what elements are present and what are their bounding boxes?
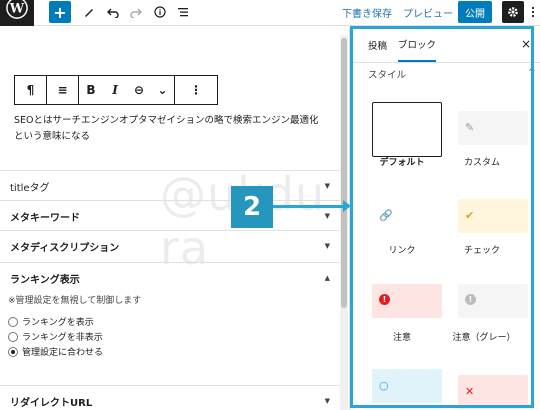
panel-title: titleタグ [10, 182, 50, 194]
panel-meta-description[interactable]: メタディスクリプション ▼ [0, 230, 340, 261]
caret-up-icon: ▲ [324, 274, 330, 282]
panel-ranking-header[interactable]: ランキング表示 ▲ [0, 263, 340, 293]
paragraph-line: という意味になる [14, 131, 91, 142]
paragraph-block[interactable]: SEOとはサーチエンジンオプタマゼイションの略で検索エンジン最適化 という意味に… [14, 113, 324, 145]
style-default-option[interactable] [372, 102, 442, 157]
style-link-label: リンク [388, 246, 416, 256]
undo-icon[interactable] [104, 1, 122, 23]
align-icon[interactable]: ≡ [47, 76, 79, 104]
pencil-icon[interactable] [80, 1, 98, 23]
callout-badge: 2 [231, 186, 273, 228]
style-alert-option[interactable]: ✕ [458, 375, 528, 409]
wordpress-logo-icon[interactable]: W [0, 0, 34, 26]
pencil-icon: ✎ [465, 121, 475, 134]
radio-button[interactable] [8, 316, 18, 327]
settings-sidebar: 投稿 ブロック × スタイル ^ デフォルト ✎ カスタム 🔗 リンク ✔ チェック! 注意!… [349, 27, 540, 410]
style-caution-gray-label: 注意（グレー） [452, 333, 516, 343]
radio-button[interactable] [8, 331, 18, 342]
style-custom-label: カスタム [463, 158, 500, 168]
svg-text:W: W [9, 2, 25, 17]
block-toolbar: ¶ ≡ B I ⊖ ⌄ ⋮ [14, 75, 218, 105]
radio-label: 管理設定に合わせる [22, 348, 104, 358]
paragraph-line: SEOとはサーチエンジンオプタマゼイションの略で検索エンジン最適化 [14, 115, 319, 126]
sidebar-tabs: 投稿 ブロック × [350, 27, 540, 63]
radio-button[interactable] [8, 346, 18, 357]
top-toolbar: W + 下書き保存 プレビュー 公開 [0, 0, 540, 26]
panel-title: リダイレクトURL [10, 397, 93, 409]
publish-button[interactable]: 公開 [458, 1, 492, 23]
style-custom-option[interactable]: ✎ [458, 111, 528, 145]
style-info-option[interactable]: ○ [372, 369, 442, 403]
paragraph-icon[interactable]: ¶ [15, 76, 47, 104]
radio-label: ランキングを非表示 [22, 333, 103, 343]
style-section-header[interactable]: スタイル ^ [368, 67, 536, 83]
panel-title: メタキーワード [10, 212, 80, 224]
link-icon[interactable]: ⊖ [127, 76, 151, 104]
style-link-option[interactable]: 🔗 [372, 199, 442, 233]
chevron-down-icon[interactable]: ⌄ [151, 76, 175, 104]
panel-title-tag[interactable]: titleタグ ▼ [0, 170, 340, 201]
link-icon: 🔗 [379, 209, 393, 222]
close-icon[interactable]: × [521, 37, 531, 51]
panel-ranking: ランキング表示 ▲ ※管理設定を無視して制御します ランキングを表示 ランキングを… [0, 262, 340, 380]
bold-button[interactable]: B [79, 76, 103, 104]
panel-redirect-url[interactable]: リダイレクトURL ▼ [0, 385, 340, 410]
ranking-note: ※管理設定を無視して制御します [8, 296, 142, 306]
style-check-label: チェック [463, 246, 500, 256]
radio-label: ランキングを表示 [22, 318, 94, 328]
redo-icon[interactable] [127, 1, 145, 23]
more-vertical-icon[interactable] [528, 1, 538, 23]
scrollbar-thumb[interactable] [341, 38, 347, 308]
chevron-up-icon: ^ [528, 67, 536, 78]
radio-show-ranking[interactable]: ランキングを表示 [8, 314, 332, 329]
caret-down-icon: ▼ [324, 242, 330, 250]
caret-down-icon: ▼ [324, 182, 330, 190]
block-options-icon[interactable]: ⋮ [175, 76, 217, 104]
italic-button[interactable]: I [103, 76, 127, 104]
style-caution-label: 注意 [392, 333, 411, 343]
caret-down-icon: ▼ [324, 212, 330, 220]
radio-hide-ranking[interactable]: ランキングを非表示 [8, 329, 332, 344]
tab-block[interactable]: ブロック [398, 27, 437, 62]
list-view-icon[interactable] [174, 1, 192, 23]
alert-gray-icon: ! [465, 294, 476, 305]
gear-icon[interactable] [502, 1, 524, 23]
info-icon[interactable] [151, 1, 169, 23]
callout-arrow-head [343, 200, 351, 212]
preview-button[interactable]: プレビュー [403, 1, 453, 23]
save-draft-button[interactable]: 下書き保存 [342, 1, 392, 23]
panel-title: ランキング表示 [10, 274, 80, 286]
tab-post[interactable]: 投稿 [368, 27, 387, 63]
check-icon: ✔ [465, 209, 475, 222]
editor-canvas: ¶ ≡ B I ⊖ ⌄ ⋮ SEOとはサーチエンジンオプタマゼイションの略で検索… [0, 27, 340, 410]
x-icon: ✕ [465, 385, 475, 398]
style-caution-gray-option[interactable]: ! [458, 284, 528, 318]
panel-title: メタディスクリプション [10, 242, 120, 254]
circle-icon: ○ [379, 379, 389, 392]
caret-down-icon: ▼ [324, 397, 330, 405]
style-check-option[interactable]: ✔ [458, 199, 528, 233]
callout-arrow [273, 205, 343, 208]
style-default-label: デフォルト [379, 158, 425, 168]
alert-icon: ! [379, 294, 390, 305]
style-section-title: スタイル [368, 70, 407, 81]
add-block-button[interactable]: + [49, 1, 71, 23]
style-caution-option[interactable]: ! [372, 284, 442, 318]
radio-follow-admin[interactable]: 管理設定に合わせる [8, 344, 332, 359]
